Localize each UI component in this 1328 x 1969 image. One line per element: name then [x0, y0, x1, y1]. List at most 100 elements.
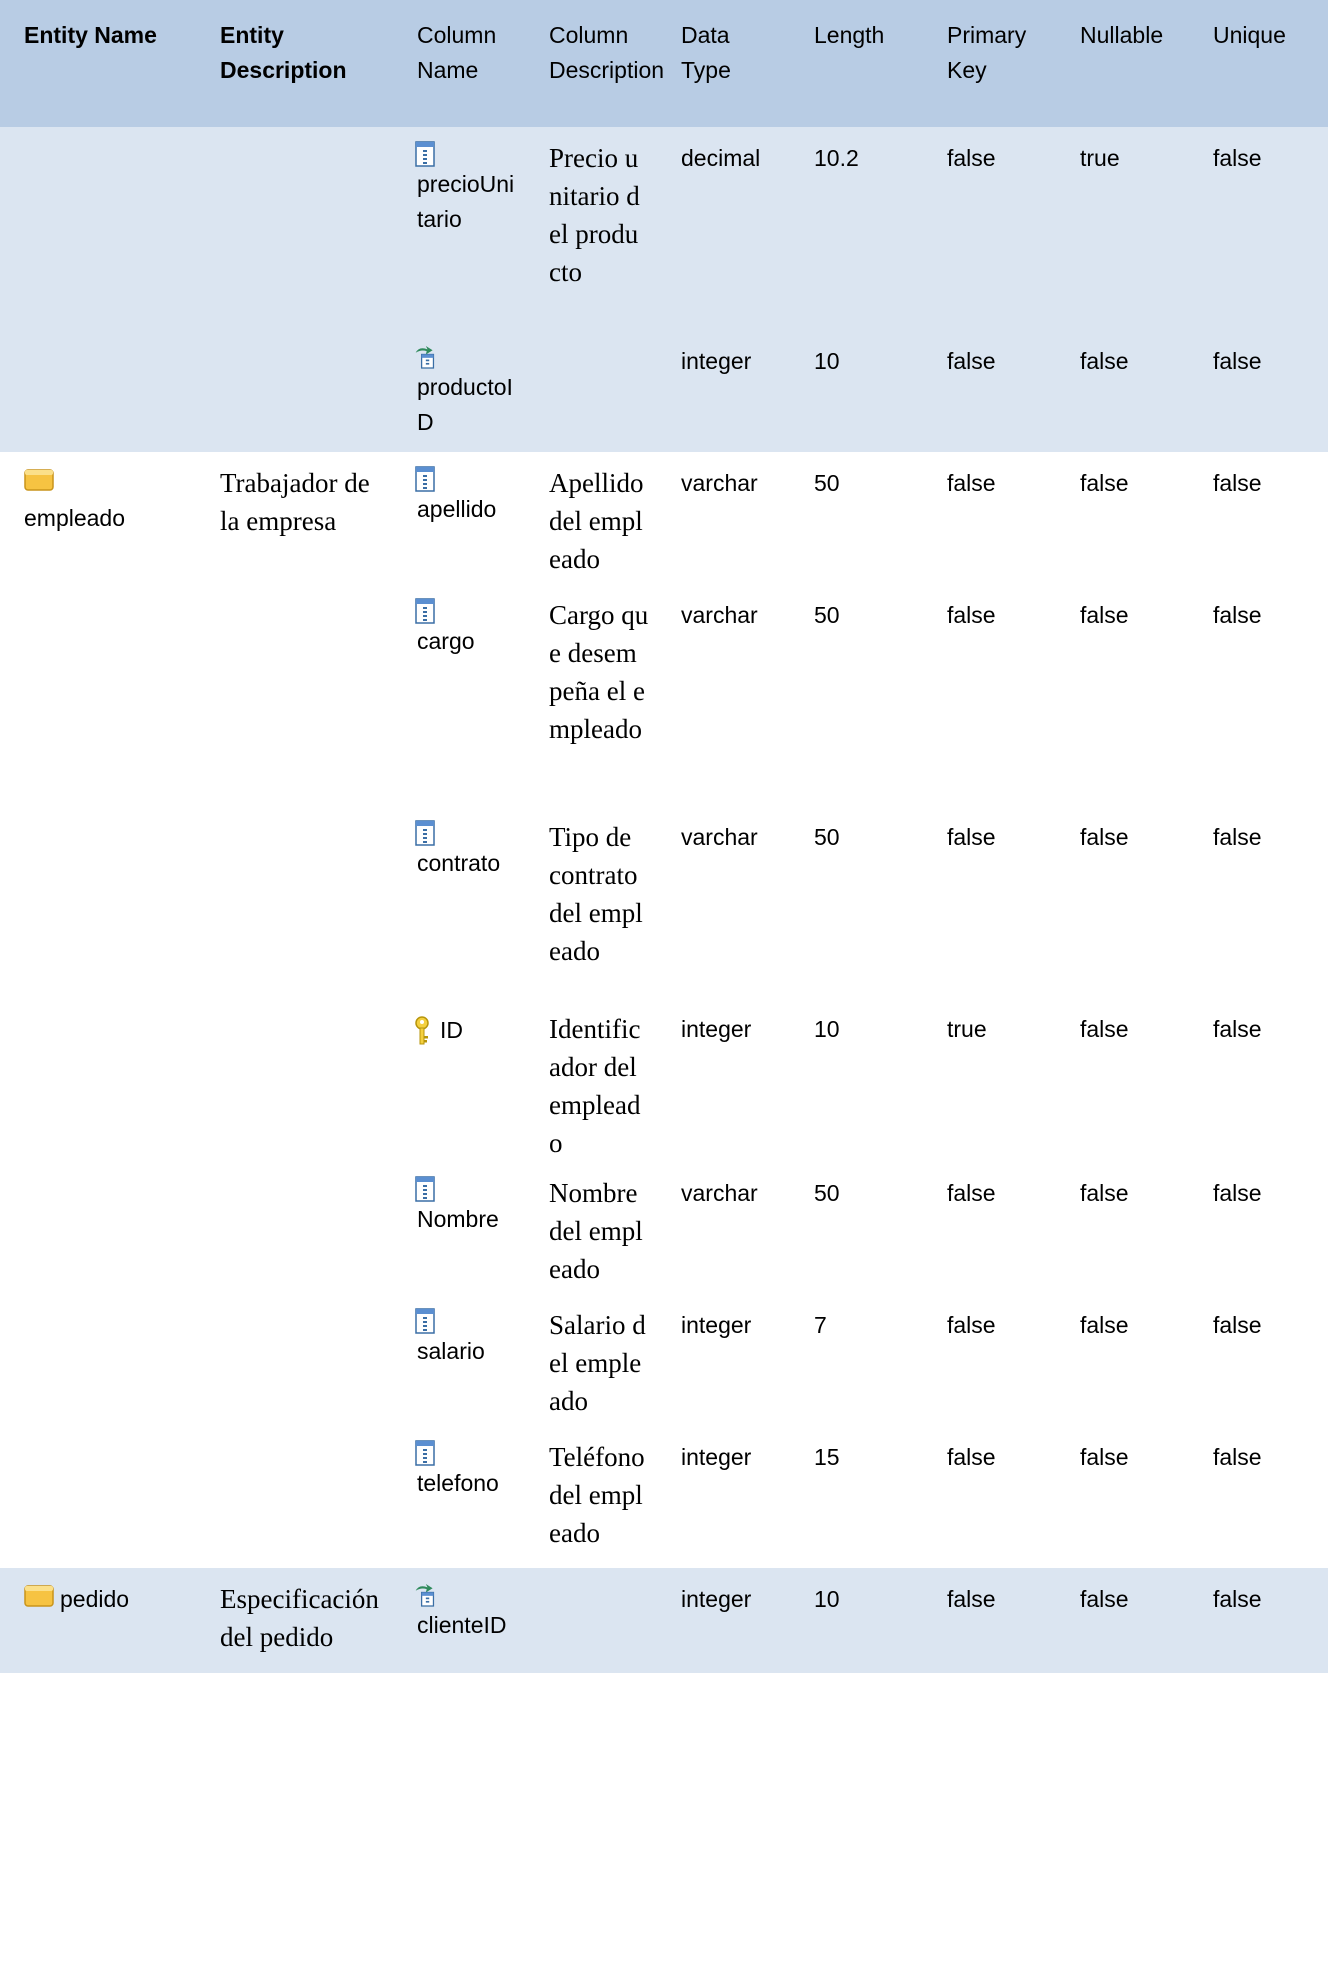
unique-cell: false: [1189, 1294, 1328, 1426]
unique-cell: false: [1189, 127, 1328, 330]
table-row: Nombre Nombre del empleado varchar 50 false f…: [0, 1162, 1328, 1294]
column-name: clienteID: [417, 1612, 507, 1638]
header-row: Entity Name Entity Description Column Na…: [0, 0, 1328, 127]
nullable-cell: false: [1056, 806, 1189, 998]
column-name-cell: clienteID: [393, 1568, 525, 1673]
primary-key-cell: false: [923, 1568, 1056, 1673]
entity-description: [196, 1162, 393, 1294]
header-data-type: Data Type: [657, 0, 790, 127]
primary-key-cell: true: [923, 998, 1056, 1162]
column-icon: [414, 466, 517, 492]
entity-name-cell: [0, 1426, 196, 1568]
header-column-name: Column Name: [393, 0, 525, 127]
column-name-cell: telefono: [393, 1426, 525, 1568]
column-description: Tipo de contrato del empleado: [525, 806, 657, 998]
entity-name: empleado: [24, 505, 126, 531]
table-row: telefono Teléfono del empleado integer 15 fa…: [0, 1426, 1328, 1568]
table-row: ID Identificador del empleado integer 10 tru…: [0, 998, 1328, 1162]
column-description: [525, 330, 657, 452]
column-name-cell: apellido: [393, 452, 525, 584]
data-type-cell: varchar: [657, 584, 790, 806]
length-cell: 10: [790, 998, 923, 1162]
column-description: Identificador del empleado: [525, 998, 657, 1162]
column-name-cell: productoID: [393, 330, 525, 452]
table-row: pedido Especificación del pedido clienteID…: [0, 1568, 1328, 1673]
entity-description: [196, 1426, 393, 1568]
length-cell: 10.2: [790, 127, 923, 330]
entity-description: [196, 1294, 393, 1426]
table-row: cargo Cargo que desempeña el empleado varc…: [0, 584, 1328, 806]
entity-description: [196, 127, 393, 330]
table-row: precioUnitario Precio unitario del produc…: [0, 127, 1328, 330]
column-name-cell: precioUnitario: [393, 127, 525, 330]
table-row: contrato Tipo de contrato del empleado var…: [0, 806, 1328, 998]
nullable-cell: false: [1056, 330, 1189, 452]
nullable-cell: false: [1056, 1294, 1189, 1426]
length-cell: 10: [790, 1568, 923, 1673]
column-name: precioUnitario: [417, 171, 515, 232]
column-icon: [414, 1176, 517, 1202]
data-type-cell: integer: [657, 1568, 790, 1673]
header-entity-name: Entity Name: [0, 0, 196, 127]
unique-cell: false: [1189, 330, 1328, 452]
column-name: Nombre: [417, 1206, 499, 1232]
data-type-cell: varchar: [657, 1162, 790, 1294]
entity-name-cell: [0, 584, 196, 806]
table-row: empleado Trabajador de la empresa apellido…: [0, 452, 1328, 584]
data-type-cell: varchar: [657, 806, 790, 998]
column-icon: [414, 1440, 517, 1466]
length-cell: 10: [790, 330, 923, 452]
data-type-cell: integer: [657, 1426, 790, 1568]
length-cell: 50: [790, 452, 923, 584]
unique-cell: false: [1189, 452, 1328, 584]
column-name-cell: contrato: [393, 806, 525, 998]
unique-cell: false: [1189, 806, 1328, 998]
unique-cell: false: [1189, 1426, 1328, 1568]
data-type-cell: varchar: [657, 452, 790, 584]
table-row: productoID integer 10 false false false: [0, 330, 1328, 452]
column-icon: [414, 598, 517, 624]
entity-name-cell: empleado: [0, 452, 196, 584]
table-entity-icon: [24, 466, 54, 501]
column-icon: [414, 820, 517, 846]
column-description: [525, 1568, 657, 1673]
entity-description: [196, 998, 393, 1162]
entity-description: [196, 584, 393, 806]
entity-name-cell: [0, 998, 196, 1162]
primary-key-cell: false: [923, 330, 1056, 452]
column-description: Nombre del empleado: [525, 1162, 657, 1294]
data-type-cell: integer: [657, 998, 790, 1162]
column-description: Apellido del empleado: [525, 452, 657, 584]
nullable-cell: false: [1056, 452, 1189, 584]
foreign-key-icon: [414, 344, 517, 370]
primary-key-cell: false: [923, 806, 1056, 998]
entity-name-cell: [0, 806, 196, 998]
column-description: Salario del empleado: [525, 1294, 657, 1426]
primary-key-cell: false: [923, 1294, 1056, 1426]
unique-cell: false: [1189, 1568, 1328, 1673]
data-type-cell: integer: [657, 330, 790, 452]
header-entity-description: Entity Description: [196, 0, 393, 127]
column-name: ID: [440, 1017, 463, 1044]
entity-description: Especificación del pedido: [196, 1568, 393, 1673]
primary-key-cell: false: [923, 452, 1056, 584]
nullable-cell: false: [1056, 1162, 1189, 1294]
length-cell: 50: [790, 584, 923, 806]
foreign-key-icon: [414, 1582, 517, 1608]
unique-cell: false: [1189, 1162, 1328, 1294]
length-cell: 50: [790, 806, 923, 998]
column-name: contrato: [417, 850, 501, 876]
entity-name-cell: [0, 1162, 196, 1294]
length-cell: 50: [790, 1162, 923, 1294]
header-unique: Unique: [1189, 0, 1328, 127]
column-name-cell: cargo: [393, 584, 525, 806]
key-icon: [414, 1012, 430, 1047]
nullable-cell: false: [1056, 584, 1189, 806]
column-name: cargo: [417, 628, 475, 654]
column-description: Teléfono del empleado: [525, 1426, 657, 1568]
length-cell: 15: [790, 1426, 923, 1568]
primary-key-cell: false: [923, 584, 1056, 806]
nullable-cell: false: [1056, 1426, 1189, 1568]
table-row: salario Salario del empleado integer 7 false…: [0, 1294, 1328, 1426]
unique-cell: false: [1189, 998, 1328, 1162]
